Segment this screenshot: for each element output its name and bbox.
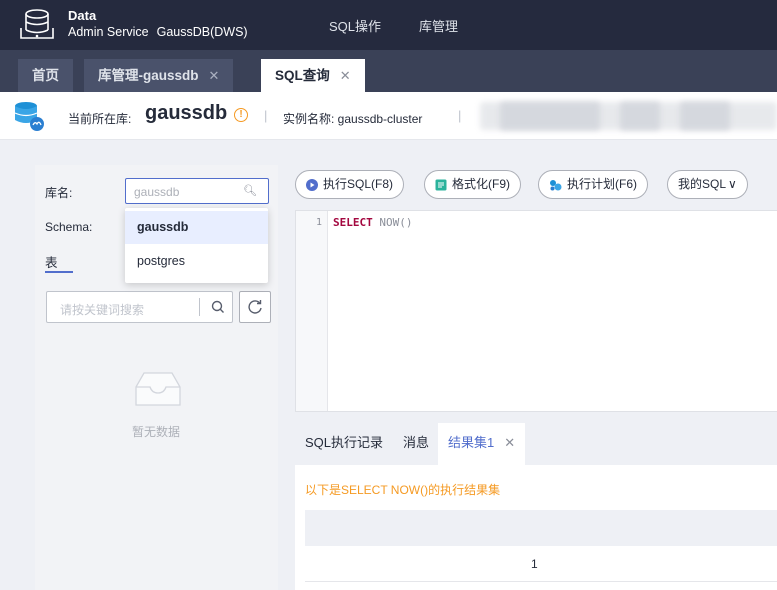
close-icon[interactable]: ✕ [209,68,220,83]
nav-db-management[interactable]: 库管理 [419,16,458,35]
db-select[interactable]: gaussdb 🔍︎ [125,178,269,204]
database-logo-icon [20,9,54,39]
database-icon [14,102,44,131]
refresh-button[interactable] [239,291,271,323]
dropdown-option-gaussdb[interactable]: gaussdb [125,211,268,244]
result-table-header [305,510,777,546]
tab-db-management[interactable]: 库管理-gaussdb ✕ [84,59,234,92]
code-line[interactable]: SELECT NOW() [333,216,413,229]
divider [199,298,200,316]
active-tab-indicator [45,271,73,273]
my-sql-label: 我的SQL [678,177,727,191]
tab-home[interactable]: 首页 [18,59,73,92]
instance-name: 实例名称: gaussdb-cluster [283,112,423,126]
redacted-area [680,102,730,130]
explain-plan-label: 执行计划(F6) [567,177,637,191]
tab-db-management-label: 库管理-gaussdb [98,68,199,83]
close-icon[interactable]: ✕ [504,435,515,450]
format-label: 格式化(F9) [452,177,510,191]
my-sql-button[interactable]: 我的SQL ∨ [667,170,748,199]
tab-home-label: 首页 [32,68,59,83]
sql-function: NOW() [372,216,413,229]
result-panel: 以下是SELECT NOW()的执行结果集 1 [295,465,777,590]
tab-sql-history[interactable]: SQL执行记录 [305,423,383,465]
redacted-area [620,102,660,130]
tab-messages[interactable]: 消息 [403,423,429,465]
nav-sql-operations[interactable]: SQL操作 [329,16,381,35]
tab-bar: 首页 库管理-gaussdb ✕ SQL查询 ✕ [0,50,777,92]
info-bar: 当前所在库: gaussdb ! | 实例名称: gaussdb-cluster… [0,92,777,140]
format-icon [435,179,447,191]
db-name-label: 库名: [45,186,73,200]
search-icon: 🔍︎ [243,185,257,197]
dropdown-option-postgres[interactable]: postgres [125,245,268,278]
line-number: 1 [315,217,322,228]
run-sql-button[interactable]: 执行SQL(F8) [295,170,405,199]
result-hint: 以下是SELECT NOW()的执行结果集 [305,483,501,497]
refresh-icon [248,300,262,314]
info-warning-icon[interactable]: ! [234,108,248,122]
tab-tables[interactable]: 表 [45,252,58,271]
tab-result-set-1-label: 结果集1 [448,435,495,450]
separator: | [264,108,268,123]
table-search-input[interactable]: 请按关键词搜索 [46,291,233,323]
current-db-label: 当前所在库: [68,112,132,126]
format-button[interactable]: 格式化(F9) [424,170,521,199]
sql-keyword: SELECT [333,216,373,229]
run-sql-label: 执行SQL(F8) [323,177,394,191]
line-gutter: 1 [296,211,328,411]
result-tabs: SQL执行记录 消息 结果集1 ✕ [295,423,777,465]
tab-sql-query[interactable]: SQL查询 ✕ [261,59,365,92]
empty-state-text: 暂无数据 [132,425,181,439]
current-db-name: gaussdb [145,102,228,124]
search-placeholder: 请按关键词搜索 [60,303,145,317]
db-select-value: gaussdb [134,185,180,199]
play-icon [306,178,318,191]
chevron-down-icon: ∨ [728,177,737,191]
close-icon[interactable]: ✕ [340,68,351,83]
table-row[interactable]: 1 [305,546,777,582]
tab-result-set-1[interactable]: 结果集1 ✕ [438,423,526,465]
sql-editor[interactable]: 1 SELECT NOW() [295,210,777,412]
redacted-area [500,102,600,130]
schema-label: Schema: [45,220,93,234]
brand-title: Data [68,8,97,23]
empty-box-icon [135,372,181,406]
search-icon[interactable] [209,298,227,316]
table-cell: 1 [531,557,538,571]
separator: | [458,108,462,123]
brand[interactable]: Data Admin Service GaussDB(DWS) [18,8,248,42]
brand-product: GaussDB(DWS) [156,25,248,39]
top-bar: Data Admin Service GaussDB(DWS) SQL操作 库管理 [0,0,777,50]
explain-plan-button[interactable]: 执行计划(F6) [538,170,648,199]
db-dropdown-menu: gaussdb postgres [125,208,268,283]
plan-icon [550,179,562,191]
brand-subtitle: Admin Service [68,25,149,39]
tab-sql-query-label: SQL查询 [275,68,330,83]
